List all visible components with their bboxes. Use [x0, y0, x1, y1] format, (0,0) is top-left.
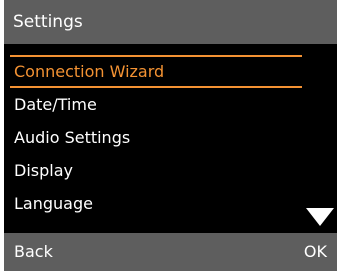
menu-item-label: Audio Settings — [14, 128, 131, 147]
softkey-bar: Back OK — [4, 233, 337, 271]
screen-title: Settings — [13, 12, 83, 32]
menu-item-label: Language — [14, 194, 93, 213]
menu-item-date-time[interactable]: Date/Time — [4, 88, 337, 121]
title-bar: Settings — [4, 0, 337, 44]
menu-item-label: Date/Time — [14, 95, 97, 114]
phone-screen: Settings Connection Wizard Date/Time Aud… — [4, 0, 337, 271]
menu-item-connection-wizard[interactable]: Connection Wizard — [4, 55, 337, 88]
menu-item-label: Connection Wizard — [14, 62, 165, 81]
scroll-down-icon[interactable] — [306, 208, 334, 226]
menu-item-audio-settings[interactable]: Audio Settings — [4, 121, 337, 154]
menu-item-display[interactable]: Display — [4, 154, 337, 187]
menu-item-label: Display — [14, 161, 73, 180]
settings-menu: Connection Wizard Date/Time Audio Settin… — [4, 55, 337, 220]
menu-item-language[interactable]: Language — [4, 187, 337, 220]
ok-button[interactable]: OK — [304, 233, 327, 271]
back-button[interactable]: Back — [14, 233, 53, 271]
